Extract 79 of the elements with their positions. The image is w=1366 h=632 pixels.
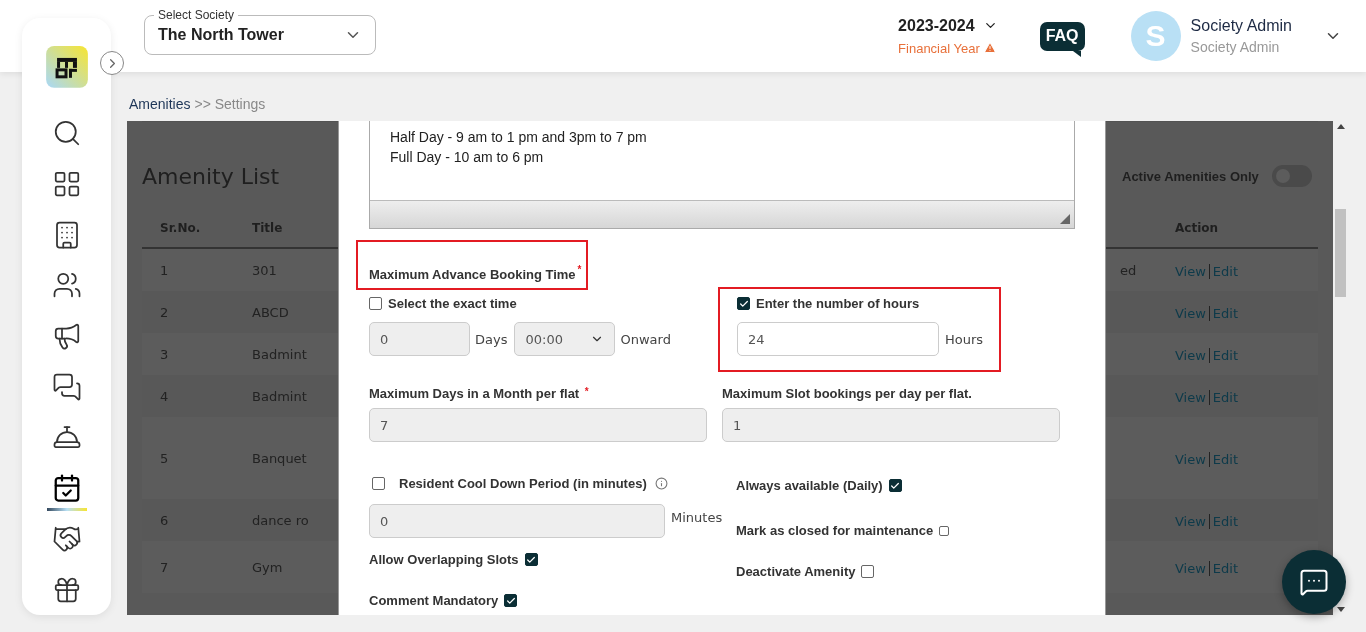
max-slots-input[interactable]: 1 bbox=[722, 408, 1060, 442]
checkbox-label: Enter the number of hours bbox=[756, 296, 920, 311]
breadcrumb-link[interactable]: Amenities bbox=[129, 96, 191, 121]
checkbox[interactable] bbox=[504, 594, 518, 607]
cool-down-input[interactable]: 0 bbox=[369, 504, 665, 538]
option-label: Comment Mandatory bbox=[369, 593, 499, 608]
warning-icon bbox=[983, 42, 996, 54]
time-select[interactable]: 00:00 bbox=[514, 322, 616, 356]
view-link[interactable]: View bbox=[1175, 560, 1206, 576]
select-value: The North Tower bbox=[158, 26, 284, 44]
option-label: Always available (Daily) bbox=[736, 478, 883, 493]
unit-label: Onward bbox=[620, 331, 671, 347]
checkbox[interactable] bbox=[861, 565, 875, 578]
financial-year-label: Financial Year bbox=[898, 40, 980, 56]
edit-link[interactable]: Edit bbox=[1212, 451, 1239, 467]
unit-label: Hours bbox=[945, 331, 984, 347]
unit-label: Minutes bbox=[671, 510, 723, 525]
edit-link[interactable]: Edit bbox=[1212, 347, 1239, 363]
table-cell-text: ed bbox=[1119, 262, 1138, 278]
checkbox-label: Select the exact time bbox=[388, 296, 517, 311]
view-link[interactable]: View bbox=[1175, 389, 1206, 405]
hours-input[interactable]: 24 bbox=[737, 322, 939, 356]
filter-label: Active Amenities Only bbox=[1122, 168, 1259, 184]
view-link[interactable]: View bbox=[1175, 347, 1206, 363]
table-cell-text: Badmint bbox=[252, 346, 308, 362]
user-name: Society Admin bbox=[1190, 17, 1292, 35]
checkbox[interactable] bbox=[372, 477, 385, 490]
field-label: Maximum Slot bookings per day per flat. bbox=[722, 386, 973, 401]
field-label: Maximum Advance Booking Time* bbox=[369, 267, 582, 282]
days-input[interactable]: 0 bbox=[369, 322, 470, 356]
edit-link[interactable]: Edit bbox=[1212, 389, 1239, 405]
list-title: Amenity List bbox=[142, 163, 280, 189]
chat-icon[interactable] bbox=[51, 371, 82, 402]
edit-link[interactable]: Edit bbox=[1212, 263, 1239, 279]
edit-link[interactable]: Edit bbox=[1212, 305, 1239, 321]
table-cell-text: 3 bbox=[159, 346, 170, 362]
column-header: Action bbox=[1174, 220, 1220, 235]
option-label: Allow Overlapping Slots bbox=[369, 552, 519, 567]
max-days-input[interactable]: 7 bbox=[369, 408, 707, 442]
faq-button[interactable]: FAQ bbox=[1039, 21, 1085, 57]
chat-icon bbox=[1299, 567, 1329, 597]
table-cell-text: Gym bbox=[252, 559, 284, 575]
checkbox[interactable] bbox=[524, 553, 538, 566]
avatar: S bbox=[1130, 11, 1181, 61]
table-cell-text: Banquet bbox=[252, 450, 308, 466]
view-link[interactable]: View bbox=[1175, 305, 1206, 321]
field-label: Select Society bbox=[154, 8, 239, 22]
table-cell-text: 7 bbox=[159, 559, 170, 575]
edit-link[interactable]: Edit bbox=[1212, 560, 1239, 576]
checkbox[interactable] bbox=[737, 297, 750, 310]
table-cell-text: 5 bbox=[159, 450, 170, 466]
society-select[interactable]: Select Society The North Tower bbox=[144, 7, 376, 55]
checkbox-label: Resident Cool Down Period (in minutes) bbox=[399, 476, 647, 491]
field-label: Maximum Days in a Month per flat * bbox=[369, 386, 590, 401]
table-cell-text: 1 bbox=[159, 262, 170, 278]
scrollbar-thumb[interactable] bbox=[1335, 209, 1346, 297]
option-label: Mark as closed for maintenance bbox=[736, 523, 934, 538]
description-textarea[interactable]: Half Day - 9 am to 1 pm and 3pm to 7 pm Full Day - 10 am to 6 pm bbox=[369, 121, 1075, 229]
checkbox[interactable] bbox=[369, 297, 382, 310]
checkbox[interactable] bbox=[939, 525, 950, 536]
scroll-up-icon[interactable] bbox=[1336, 124, 1345, 129]
info-icon[interactable] bbox=[654, 477, 668, 490]
column-header: Title bbox=[252, 220, 284, 235]
table-cell-text: 301 bbox=[252, 262, 278, 278]
option-label: Deactivate Amenity bbox=[736, 564, 856, 579]
edit-link[interactable]: Edit bbox=[1212, 513, 1239, 529]
view-link[interactable]: View bbox=[1175, 263, 1206, 279]
view-link[interactable]: View bbox=[1175, 451, 1206, 467]
logo-icon[interactable] bbox=[45, 46, 88, 88]
user-role: Society Admin bbox=[1190, 39, 1281, 55]
checkbox[interactable] bbox=[888, 479, 902, 492]
resize-handle-icon[interactable] bbox=[1060, 214, 1070, 224]
scroll-down-icon[interactable] bbox=[1336, 607, 1345, 612]
breadcrumb-current: >> Settings bbox=[194, 96, 266, 114]
column-header: Sr.No. bbox=[159, 220, 202, 235]
active-indicator bbox=[46, 507, 87, 511]
unit-label: Days bbox=[475, 331, 508, 347]
year-select[interactable]: 2023-2024 bbox=[898, 16, 998, 35]
view-link[interactable]: View bbox=[1175, 513, 1206, 529]
